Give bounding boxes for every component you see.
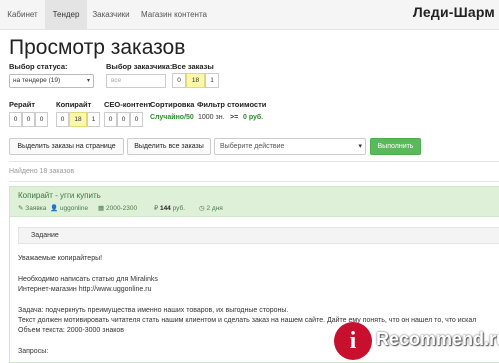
status-filter-label: Выбор статуса: (9, 62, 68, 71)
found-count-text: Найдено 18 заказов (9, 168, 75, 175)
divider (9, 181, 499, 182)
chevron-down-icon: ▾ (86, 78, 90, 84)
nav-item-cabinet[interactable]: Кабинет (0, 0, 45, 30)
divider (9, 161, 499, 162)
sort-value-link[interactable]: Случайно/50 (150, 114, 194, 121)
order-price-unit: руб. (172, 205, 186, 212)
all-orders-count-0[interactable]: 0 (172, 73, 186, 88)
site-logo[interactable]: Леди-Шарм (413, 4, 495, 20)
nav-item-content-shop[interactable]: Магазин контента (135, 0, 213, 30)
price-volume-value[interactable]: 1000 зн. (198, 114, 225, 121)
select-page-orders-button[interactable]: Выделить заказы на странице (9, 138, 124, 155)
task-header-label: Задание (31, 232, 59, 239)
order-customer[interactable]: 👤 uggonline (50, 204, 88, 212)
chevron-down-icon: ▾ (358, 143, 362, 150)
bulk-action-placeholder: Выберите действие (220, 143, 285, 150)
task-text-line: Необходимо написать статью для Miralinks (18, 276, 158, 283)
status-select-value: на тендере (19) (13, 77, 61, 84)
order-price: ₽ 144 руб. (154, 204, 185, 212)
copywrite-count-1[interactable]: 18 (69, 112, 87, 127)
seo-count-2[interactable]: 0 (130, 112, 143, 127)
grid-icon: ▦ (98, 205, 105, 212)
seo-count-1[interactable]: 0 (117, 112, 130, 127)
nav-item-tender[interactable]: Тендер (45, 0, 87, 30)
status-select[interactable]: на тендере (19) ▾ (9, 74, 94, 88)
order-title-link[interactable]: Копирайт - угги купить (18, 191, 101, 200)
seo-count-0[interactable]: 0 (104, 112, 117, 127)
page-title: Просмотр заказов (9, 36, 186, 59)
order-type-label: Заявка (25, 205, 47, 212)
copywrite-count-0[interactable]: 0 (56, 112, 69, 127)
copywrite-label: Копирайт (56, 100, 92, 109)
ruble-icon: ₽ (154, 205, 159, 212)
order-deadline-value: 2 дня (206, 205, 223, 212)
irecommend-logo-icon: i (334, 322, 372, 360)
all-orders-count-2[interactable]: 1 (205, 73, 219, 88)
task-text-line: Объем текста: 2000-3000 знаков (18, 327, 124, 334)
customer-filter-label: Выбор заказчика: (106, 62, 173, 71)
rewrite-label: Рерайт (9, 100, 36, 109)
rewrite-count-0[interactable]: 0 (9, 112, 22, 127)
order-volume-value: 2000-2300 (105, 205, 138, 212)
task-text-line: Уважаемые копирайтеры! (18, 255, 103, 262)
sort-label: Сортировка (150, 100, 195, 109)
rewrite-count-2[interactable]: 0 (35, 112, 48, 127)
bulk-action-select[interactable]: Выберите действие ▾ (214, 138, 366, 155)
order-volume: ▦ 2000-2300 (98, 204, 137, 212)
task-header[interactable]: Задание (18, 227, 499, 244)
price-compare-sign: >= (230, 114, 239, 121)
order-deadline: ◷ 2 дня (199, 204, 223, 212)
rewrite-count-1[interactable]: 0 (22, 112, 35, 127)
order-card-header: Копирайт - угги купить ✎ Заявка 👤 uggonl… (10, 187, 499, 217)
price-filter-label: Фильтр стоимости (197, 100, 267, 109)
clock-icon: ◷ (199, 205, 205, 212)
task-text-line: Интернет-магазин http://www.uggonline.ru (18, 286, 152, 293)
order-customer-name: uggonline (59, 205, 89, 212)
task-text-line: Запросы: (18, 348, 49, 355)
all-orders-count-1[interactable]: 18 (186, 73, 205, 88)
order-type: ✎ Заявка (18, 204, 46, 212)
customer-input[interactable]: все (106, 74, 166, 88)
select-all-orders-button[interactable]: Выделить все заказы (127, 138, 211, 155)
order-price-value: 144 (159, 205, 171, 212)
execute-button[interactable]: Выполнить (370, 138, 421, 155)
seo-label: СЕО-контент (104, 100, 152, 109)
top-navbar: Кабинет Тендер Заказчики Магазин контент… (0, 0, 499, 30)
copywrite-count-2[interactable]: 1 (87, 112, 100, 127)
task-text-line: Задача: подчеркнуть преимущества именно … (18, 307, 289, 314)
nav-item-customers[interactable]: Заказчики (87, 0, 135, 30)
pencil-icon: ✎ (18, 205, 24, 212)
all-orders-label: Все заказы (172, 62, 214, 71)
irecommend-logo-text: Recommend.ru (376, 329, 499, 349)
price-amount-link[interactable]: 0 руб. (243, 114, 263, 121)
irecommend-watermark: i Recommend.ru (334, 322, 499, 360)
user-icon: 👤 (50, 205, 59, 212)
